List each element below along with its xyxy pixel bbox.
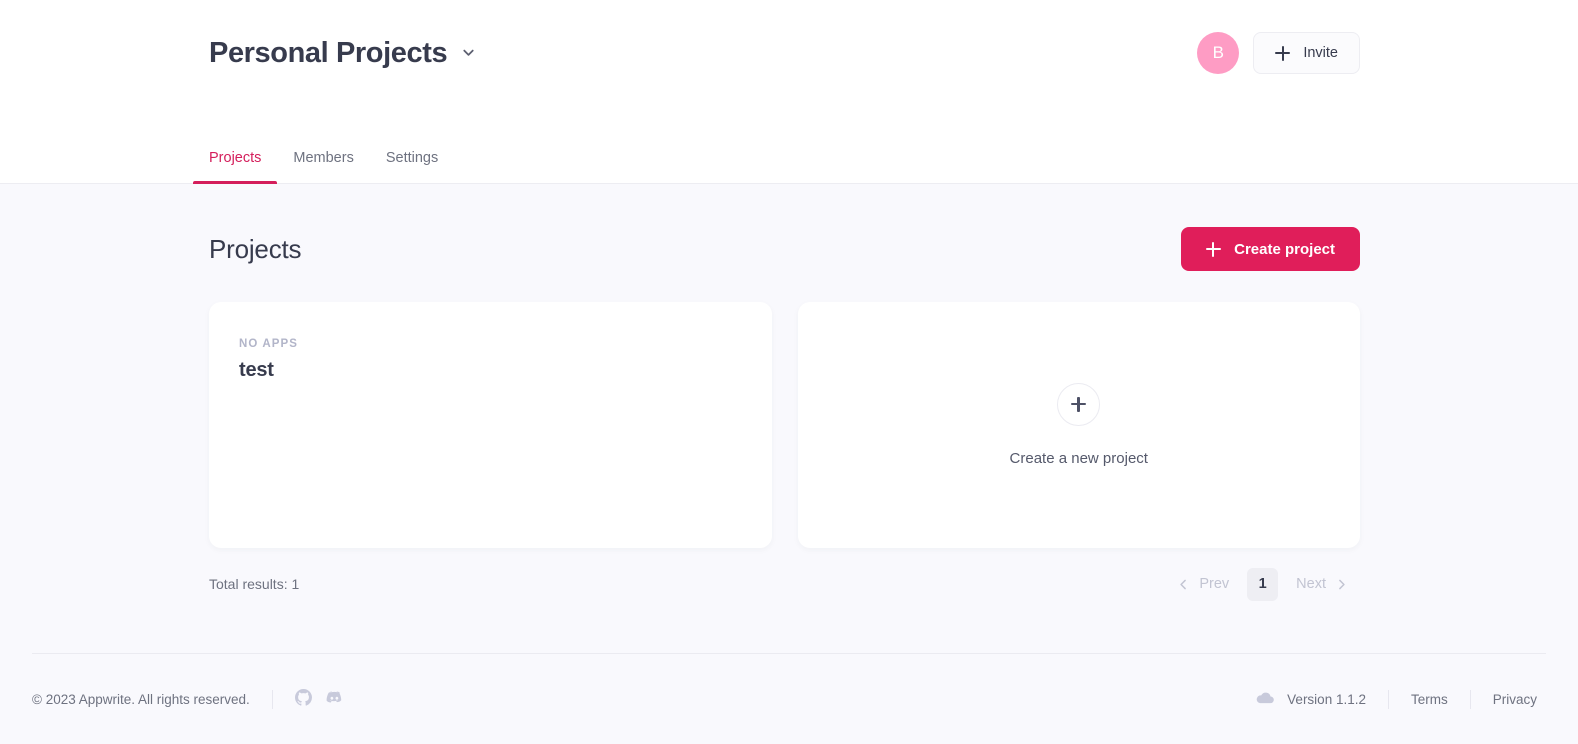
copyright-text: © 2023 Appwrite. All rights reserved.	[32, 691, 250, 707]
chevron-left-icon	[1177, 578, 1190, 591]
tab-projects[interactable]: Projects	[193, 150, 278, 184]
header-top-row: Personal Projects B Invite	[0, 0, 1578, 74]
organization-switcher[interactable]: Personal Projects	[209, 36, 476, 71]
version-info: Version 1.1.2	[1256, 691, 1366, 708]
total-results-label: Total results: 1	[209, 576, 300, 592]
section-title: Projects	[209, 233, 302, 264]
plus-icon	[1275, 45, 1291, 61]
tab-members[interactable]: Members	[277, 150, 369, 183]
social-links	[294, 689, 343, 710]
page-header: Personal Projects B Invite Projects Memb…	[0, 0, 1578, 184]
project-card-eyebrow: NO APPS	[239, 338, 299, 350]
create-project-button-label: Create project	[1234, 240, 1335, 258]
tab-members-label: Members	[293, 150, 354, 166]
page-title: Personal Projects	[209, 36, 448, 69]
invite-button[interactable]: Invite	[1253, 32, 1360, 74]
privacy-link[interactable]: Privacy	[1493, 692, 1537, 707]
header-actions: B Invite	[1197, 32, 1360, 74]
footer-separator	[1469, 689, 1471, 709]
main-content: Projects Create project NO APPS test Cre…	[0, 184, 1578, 653]
terms-link[interactable]: Terms	[1411, 692, 1448, 707]
nav-tabs: Projects Members Settings	[193, 150, 454, 184]
create-new-project-label: Create a new project	[1009, 450, 1148, 467]
tab-projects-label: Projects	[209, 150, 262, 166]
pagination-next-button[interactable]: Next	[1284, 567, 1360, 601]
discord-icon[interactable]	[325, 689, 343, 710]
project-card-name: test	[239, 359, 274, 381]
plus-icon	[1206, 241, 1222, 257]
create-new-project-card[interactable]: Create a new project	[797, 302, 1360, 548]
chevron-right-icon	[1335, 578, 1348, 591]
pagination-prev-button[interactable]: Prev	[1165, 567, 1241, 601]
github-icon[interactable]	[294, 689, 312, 709]
avatar[interactable]: B	[1197, 32, 1240, 74]
app-root: Personal Projects B Invite Projects Memb…	[0, 0, 1578, 744]
pagination-prev-label: Prev	[1199, 576, 1230, 592]
footer-left: © 2023 Appwrite. All rights reserved.	[32, 689, 343, 710]
pagination-row: Total results: 1 Prev 1 Next	[209, 567, 1360, 601]
footer-separator	[271, 689, 273, 709]
pagination-page-1[interactable]: 1	[1247, 567, 1279, 601]
footer-right: Version 1.1.2 Terms Privacy	[1256, 689, 1537, 709]
plus-icon[interactable]	[1057, 383, 1101, 426]
create-project-button[interactable]: Create project	[1181, 227, 1360, 271]
tab-settings[interactable]: Settings	[370, 150, 454, 183]
section-header: Projects Create project	[209, 184, 1360, 271]
version-label: Version 1.1.2	[1287, 691, 1366, 707]
invite-button-label: Invite	[1303, 45, 1338, 61]
plus-glyph-inner	[1071, 397, 1087, 412]
cloud-icon	[1256, 691, 1275, 708]
chevron-down-icon[interactable]	[461, 45, 476, 60]
pagination: Prev 1 Next	[1165, 567, 1360, 601]
footer-separator	[1387, 689, 1389, 709]
page-footer: © 2023 Appwrite. All rights reserved. Ve…	[0, 654, 1578, 744]
project-card[interactable]: NO APPS test	[209, 302, 772, 548]
projects-grid: NO APPS test Create a new project	[209, 302, 1360, 548]
tab-settings-label: Settings	[385, 150, 439, 166]
pagination-next-label: Next	[1296, 576, 1326, 592]
